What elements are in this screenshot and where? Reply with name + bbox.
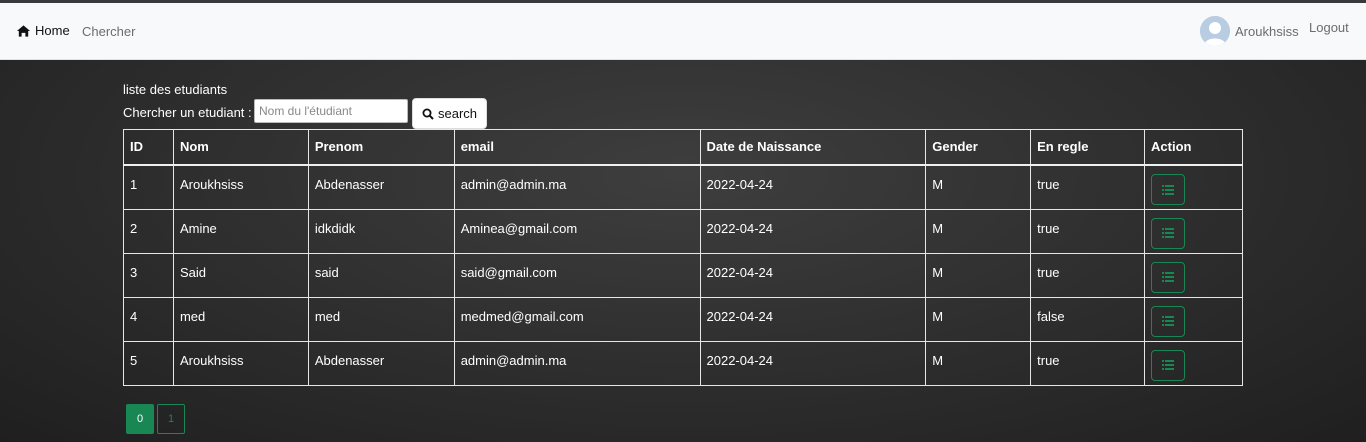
cell-nom: Said	[172, 252, 309, 298]
cell-email: said@gmail.com	[453, 252, 701, 298]
page-button-0[interactable]: 0	[126, 404, 154, 434]
cell-date: 2022-04-24	[699, 252, 927, 298]
details-button[interactable]	[1151, 349, 1186, 381]
table-header-row: ID Nom Prenom email Date de Naissance Ge…	[123, 129, 1243, 166]
cell-nom: Amine	[172, 208, 309, 254]
cell-id: 1	[123, 164, 174, 210]
cell-gender: M	[925, 252, 1032, 298]
cell-date: 2022-04-24	[699, 208, 927, 254]
details-button[interactable]	[1151, 305, 1186, 337]
logout-link[interactable]: Logout	[1309, 20, 1349, 35]
cell-prenom: said	[307, 252, 455, 298]
list-icon	[1162, 316, 1175, 326]
table-row: 1 Aroukhsiss Abdenasser admin@admin.ma 2…	[123, 164, 1243, 210]
nav-home-label: Home	[35, 23, 70, 38]
navbar: Home Chercher Aroukhsiss Logout	[0, 3, 1366, 60]
search-label: Chercher un etudiant :	[123, 105, 252, 120]
cell-action	[1144, 340, 1243, 386]
cell-email: Aminea@gmail.com	[453, 208, 701, 254]
cell-action	[1144, 164, 1243, 210]
list-icon	[1162, 272, 1175, 282]
cell-prenom: med	[307, 296, 455, 342]
cell-id: 5	[123, 340, 174, 386]
header-en-regle: En regle	[1030, 129, 1146, 166]
students-table: ID Nom Prenom email Date de Naissance Ge…	[123, 129, 1243, 386]
search-button-label: search	[437, 106, 478, 121]
header-date: Date de Naissance	[699, 129, 927, 166]
header-email: email	[453, 129, 701, 166]
cell-en-regle: true	[1030, 208, 1146, 254]
cell-date: 2022-04-24	[699, 164, 927, 210]
cell-gender: M	[925, 208, 1032, 254]
header-prenom: Prenom	[307, 129, 455, 166]
cell-prenom: Abdenasser	[307, 164, 455, 210]
table-row: 4 med med medmed@gmail.com 2022-04-24 M …	[123, 296, 1243, 342]
main-content: liste des etudiants Chercher un etudiant…	[0, 60, 1366, 442]
cell-email: admin@admin.ma	[453, 340, 701, 386]
table-row: 2 Amine idkdidk Aminea@gmail.com 2022-04…	[123, 208, 1243, 254]
search-button[interactable]: search	[412, 98, 487, 129]
cell-action	[1144, 296, 1243, 342]
cell-action	[1144, 252, 1243, 298]
cell-en-regle: true	[1030, 340, 1146, 386]
cell-prenom: Abdenasser	[307, 340, 455, 386]
user-name[interactable]: Aroukhsiss	[1235, 24, 1299, 39]
details-button[interactable]	[1151, 174, 1186, 205]
cell-en-regle: true	[1030, 252, 1146, 298]
table-row: 3 Said said said@gmail.com 2022-04-24 M …	[123, 252, 1243, 298]
cell-prenom: idkdidk	[307, 208, 455, 254]
cell-id: 2	[123, 208, 174, 254]
house-icon	[16, 24, 31, 37]
cell-date: 2022-04-24	[699, 296, 927, 342]
nav-search-link[interactable]: Chercher	[82, 24, 135, 39]
header-gender: Gender	[925, 129, 1032, 166]
page-button-1[interactable]: 1	[157, 404, 185, 434]
nav-home-link[interactable]: Home	[16, 23, 70, 38]
cell-date: 2022-04-24	[699, 340, 927, 386]
page-title: liste des etudiants	[123, 82, 228, 97]
cell-email: medmed@gmail.com	[453, 296, 701, 342]
search-input[interactable]	[254, 99, 408, 123]
list-icon	[1162, 228, 1175, 238]
cell-id: 3	[123, 252, 174, 298]
cell-gender: M	[925, 164, 1032, 210]
cell-en-regle: false	[1030, 296, 1146, 342]
cell-en-regle: true	[1030, 164, 1146, 210]
header-id: ID	[123, 129, 174, 166]
table-row: 5 Aroukhsiss Abdenasser admin@admin.ma 2…	[123, 340, 1243, 386]
list-icon	[1162, 184, 1175, 195]
cell-nom: Aroukhsiss	[172, 340, 309, 386]
header-action: Action	[1144, 129, 1243, 166]
pagination: 0 1	[126, 404, 185, 434]
details-button[interactable]	[1151, 217, 1186, 249]
cell-nom: Aroukhsiss	[172, 164, 309, 210]
magnifier-icon	[422, 108, 434, 120]
cell-nom: med	[172, 296, 309, 342]
list-icon	[1162, 360, 1175, 370]
details-button[interactable]	[1151, 261, 1186, 293]
header-nom: Nom	[172, 129, 309, 166]
cell-gender: M	[925, 340, 1032, 386]
cell-action	[1144, 208, 1243, 254]
cell-id: 4	[123, 296, 174, 342]
user-avatar-icon[interactable]	[1200, 16, 1230, 46]
cell-email: admin@admin.ma	[453, 164, 701, 210]
cell-gender: M	[925, 296, 1032, 342]
